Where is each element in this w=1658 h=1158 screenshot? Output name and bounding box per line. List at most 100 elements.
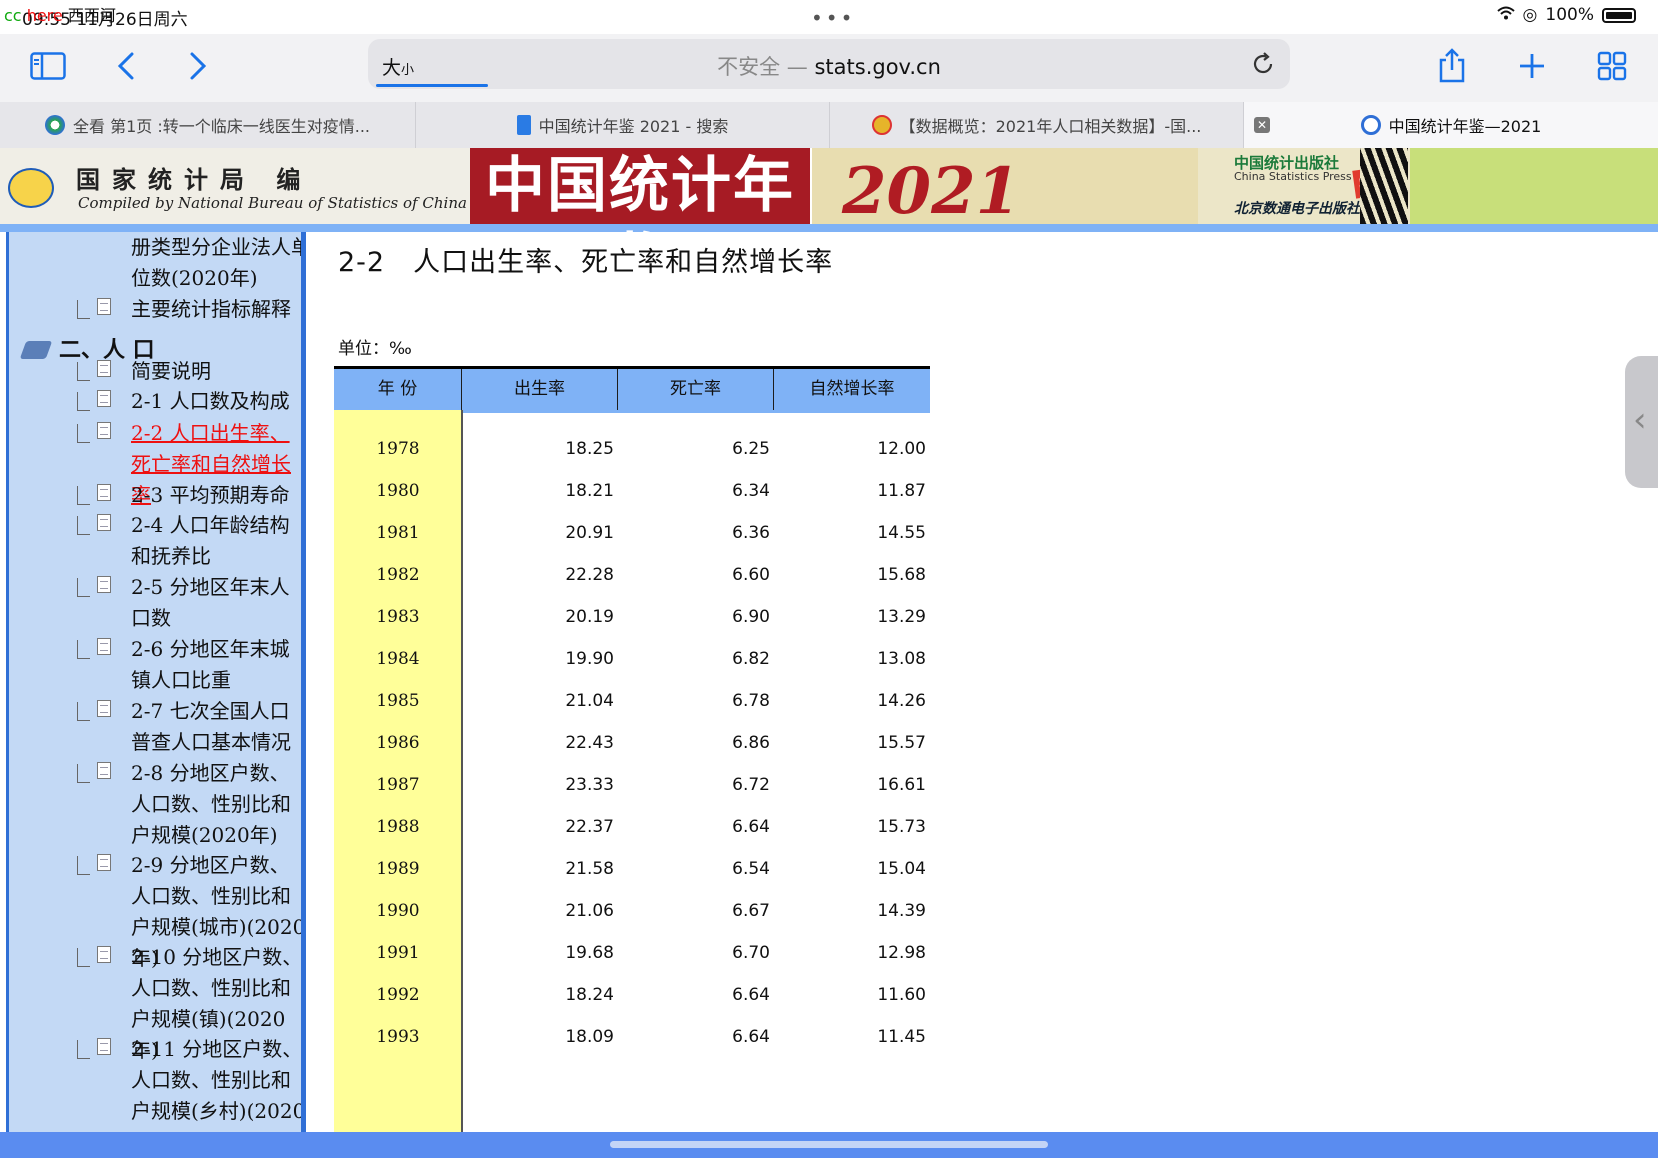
bing-icon [516, 115, 531, 135]
tab-overview-icon[interactable] [1590, 44, 1634, 88]
reload-icon[interactable] [1250, 51, 1276, 77]
orientation-lock-icon: ◎ [1522, 5, 1538, 25]
document-icon [97, 484, 111, 501]
side-panel-handle[interactable]: ‹ [1625, 356, 1658, 488]
forward-icon[interactable] [176, 44, 220, 88]
emblem-icon [871, 115, 892, 135]
cell-year: 1993 [376, 1027, 420, 1047]
url-text[interactable]: 不安全 — stats.gov.cn [368, 51, 1290, 81]
document-icon [97, 946, 111, 963]
cell-birth-rate: 22.43 [565, 733, 614, 753]
cell-natural-growth: 13.29 [877, 607, 926, 627]
document-icon [97, 360, 111, 377]
unit-label: 单位：‰ [338, 339, 412, 359]
document-icon [97, 1038, 111, 1055]
header-year: 年 份 [334, 369, 462, 410]
share-icon[interactable] [1430, 44, 1474, 88]
cell-birth-rate: 22.37 [565, 817, 614, 837]
table-row: 1985 21.04 6.78 14.26 [334, 686, 930, 716]
cell-death-rate: 6.60 [732, 565, 770, 585]
banner-green [1410, 148, 1658, 224]
page-title: 2-2 人口出生率、死亡率和自然增长率 [338, 247, 834, 278]
table-row: 1986 22.43 6.86 15.57 [334, 728, 930, 758]
status-carrier: cc here 西西河 [4, 6, 116, 25]
table-row: 1981 20.91 6.36 14.55 [334, 518, 930, 548]
close-tab-icon[interactable]: ✕ [1254, 117, 1270, 133]
load-progress-bar [376, 84, 488, 87]
wifi-icon [1496, 5, 1515, 25]
table-row: 1992 18.24 6.64 11.60 [334, 980, 930, 1010]
cell-year: 1986 [376, 733, 420, 753]
sidebar-toggle-icon[interactable] [26, 44, 70, 88]
tab-2[interactable]: 中国统计年鉴 2021 - 搜索 [416, 102, 830, 148]
cell-death-rate: 6.67 [732, 901, 770, 921]
cell-natural-growth: 14.39 [877, 901, 926, 921]
banner-org-en: Compiled by National Bureau of Statistic… [78, 194, 467, 212]
main-content: 2-2 人口出生率、死亡率和自然增长率 单位：‰ 年 份 出生率 死亡率 自然增… [316, 232, 1658, 1132]
document-icon [97, 854, 111, 871]
cell-birth-rate: 18.25 [565, 439, 614, 459]
browser-toolbar: 大小 不安全 — stats.gov.cn [0, 34, 1658, 102]
cell-death-rate: 6.86 [732, 733, 770, 753]
sidebar-nav[interactable]: 册类型分企业法人单位数(2020年) 主要统计指标解释 二、人 口 简要说明 2… [6, 232, 306, 1132]
table-row: 1989 21.58 6.54 15.04 [334, 854, 930, 884]
battery-percent: 100% [1545, 5, 1594, 25]
cell-birth-rate: 18.09 [565, 1027, 614, 1047]
cell-death-rate: 6.70 [732, 943, 770, 963]
cell-year: 1984 [376, 649, 420, 669]
cell-natural-growth: 15.57 [877, 733, 926, 753]
cell-birth-rate: 18.24 [565, 985, 614, 1005]
tab-3[interactable]: 【数据概览：2021年人口相关数据】-国... [830, 102, 1244, 148]
header-natural-growth: 自然增长率 [809, 379, 895, 399]
cell-birth-rate: 18.21 [565, 481, 614, 501]
table-row: 1983 20.19 6.90 13.29 [334, 602, 930, 632]
multitasking-dots[interactable]: ••• [811, 6, 855, 30]
table-header: 年 份 出生率 死亡率 自然增长率 [334, 366, 930, 413]
document-icon [97, 762, 111, 779]
status-bar: 09:55 11月26日周六 cc here 西西河 ••• ◎ 100% [0, 0, 1658, 34]
table-row: 1978 18.25 6.25 12.00 [334, 434, 930, 464]
cell-natural-growth: 13.08 [877, 649, 926, 669]
banner-stripes [1360, 148, 1408, 224]
cell-birth-rate: 22.28 [565, 565, 614, 585]
address-bar[interactable]: 大小 不安全 — stats.gov.cn [368, 39, 1290, 89]
cell-birth-rate: 21.58 [565, 859, 614, 879]
cell-death-rate: 6.82 [732, 649, 770, 669]
cell-year: 1980 [376, 481, 420, 501]
tab-1[interactable]: 全看 第1页 :转一个临床一线医生对疫情... [0, 102, 416, 148]
header-death-rate: 死亡率 [618, 369, 774, 410]
cell-death-rate: 6.64 [732, 985, 770, 1005]
nbs-logo-icon [1360, 115, 1381, 135]
table-row: 1993 18.09 6.64 11.45 [334, 1022, 930, 1052]
document-icon [97, 298, 111, 315]
cell-year: 1991 [376, 943, 420, 963]
document-icon [97, 638, 111, 655]
table-row: 1982 22.28 6.60 15.68 [334, 560, 930, 590]
favicon-icon [44, 115, 65, 135]
status-right: ◎ 100% [1496, 5, 1636, 25]
cell-year: 1988 [376, 817, 420, 837]
back-icon[interactable] [104, 44, 148, 88]
cell-birth-rate: 20.91 [565, 523, 614, 543]
table-row: 1990 21.06 6.67 14.39 [334, 896, 930, 926]
table-row: 1980 18.21 6.34 11.87 [334, 476, 930, 506]
home-indicator[interactable] [610, 1141, 1048, 1148]
tab-bar: 全看 第1页 :转一个临床一线医生对疫情... 中国统计年鉴 2021 - 搜索… [0, 102, 1658, 149]
cell-year: 1978 [376, 439, 420, 459]
cell-natural-growth: 15.68 [877, 565, 926, 585]
cell-death-rate: 6.90 [732, 607, 770, 627]
new-tab-icon[interactable] [1510, 44, 1554, 88]
cell-death-rate: 6.34 [732, 481, 770, 501]
battery-icon [1602, 7, 1636, 23]
table-row: 1987 23.33 6.72 16.61 [334, 770, 930, 800]
tab-4-active[interactable]: ✕ 中国统计年鉴—2021 [1244, 102, 1658, 148]
cell-birth-rate: 21.06 [565, 901, 614, 921]
cell-natural-growth: 12.98 [877, 943, 926, 963]
banner-year: 2021 [842, 154, 1021, 229]
cell-year: 1982 [376, 565, 420, 585]
cell-death-rate: 6.64 [732, 817, 770, 837]
cell-natural-growth: 11.87 [877, 481, 926, 501]
banner-year-block: 2021 [812, 148, 1198, 229]
site-banner: 国家统计局 编 Compiled by National Bureau of S… [0, 148, 1658, 297]
cell-natural-growth: 14.26 [877, 691, 926, 711]
